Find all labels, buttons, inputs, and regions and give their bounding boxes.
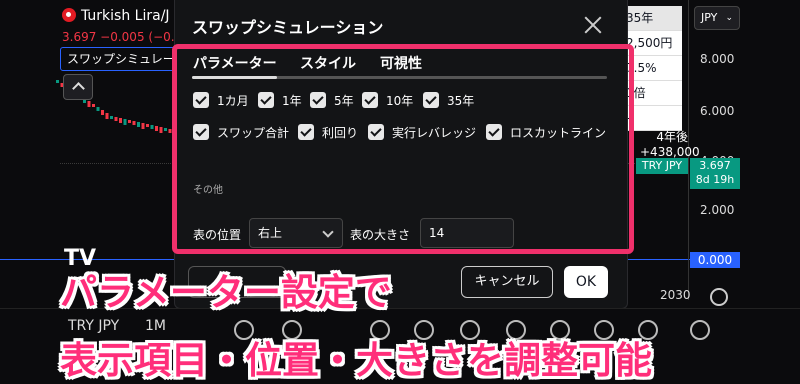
table-cell: 35年 [622, 6, 682, 31]
indicator-legend-tag[interactable]: スワップシミュレー [60, 47, 182, 71]
candle [159, 127, 163, 133]
symbol-name: Turkish Lira/J [81, 8, 170, 24]
candle [110, 116, 113, 119]
ok-button[interactable]: OK [564, 266, 608, 298]
pair-price-label: TRY JPY [636, 158, 688, 174]
candle [137, 122, 140, 127]
candle [128, 120, 131, 123]
close-icon[interactable] [584, 16, 602, 34]
candle [56, 80, 59, 83]
candle [87, 101, 91, 107]
symbol-title[interactable]: Turkish Lira/J [62, 8, 170, 24]
dialog-title: スワップシミュレーション [192, 18, 384, 37]
chevron-down-icon: ⌄ [725, 13, 733, 23]
later-projection: 4年後 +438,000 [640, 130, 700, 160]
highlight-frame [172, 44, 634, 254]
candle [150, 125, 154, 129]
candle [141, 123, 145, 129]
later-label: 4年後 [656, 130, 688, 144]
y-tick-label: 8.000 [700, 52, 735, 66]
candle [146, 124, 149, 127]
caption-line-1: パラメーター設定で [60, 271, 392, 314]
cancel-button[interactable]: キャンセル [461, 266, 553, 298]
currency-label: JPY [701, 11, 718, 24]
current-price-label: 3.697 8d 19h [690, 158, 740, 189]
caption-line-2: 表示項目・位置・大きさを調整可能 [60, 339, 652, 382]
bar-countdown: 8d 19h [695, 173, 735, 186]
candle [105, 113, 109, 119]
gear-icon[interactable] [710, 288, 728, 306]
time-axis-label: 2030 [660, 288, 691, 302]
currency-selector[interactable]: JPY ⌄ [694, 6, 740, 30]
candle [92, 104, 95, 107]
candle [119, 118, 122, 123]
candle [96, 107, 100, 111]
y-tick-label: 6.000 [700, 104, 735, 118]
current-price: 3.697 [699, 159, 731, 172]
candle [114, 117, 118, 121]
candle [132, 121, 136, 125]
zero-price-label: 0.000 [690, 252, 740, 268]
turkey-flag-icon [62, 8, 76, 22]
price-change: 3.697 −0.005 (−0. [62, 30, 175, 44]
undo-icon[interactable] [690, 320, 710, 340]
collapse-legend-button[interactable] [63, 74, 93, 100]
candle [155, 126, 158, 131]
y-tick-label: 2.000 [700, 203, 735, 217]
candle [123, 119, 127, 125]
candle [164, 128, 167, 131]
candle [101, 110, 104, 115]
